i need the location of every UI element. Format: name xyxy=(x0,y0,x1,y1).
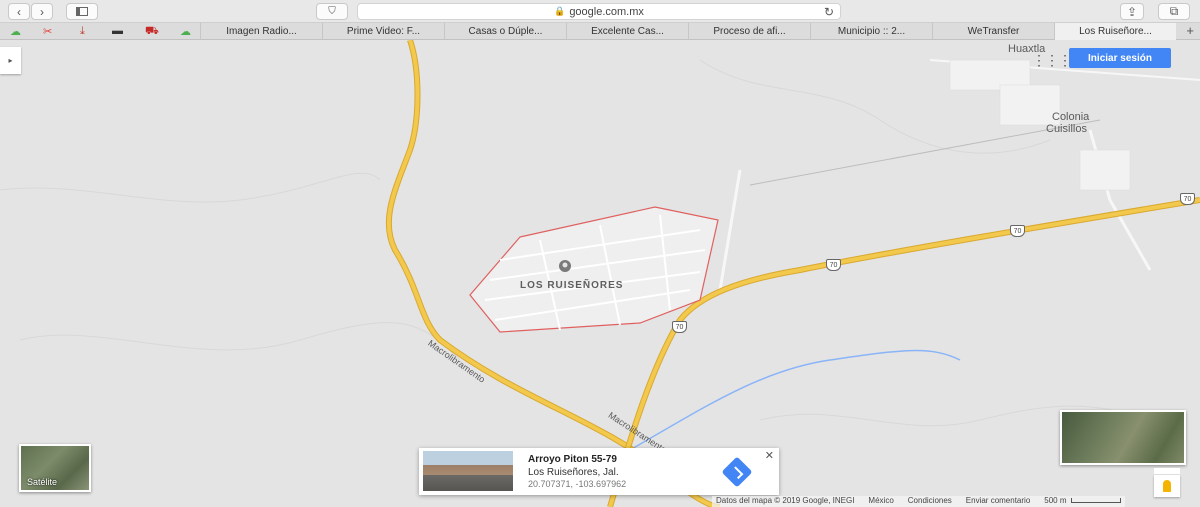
zoom-out-button[interactable] xyxy=(1154,468,1180,474)
tab-prime-video[interactable]: Prime Video: F... xyxy=(322,23,444,40)
bookmarks-bar: ☁ ✂ ⤓ ▬ ⛟ ☁ Imagen Radio... Prime Video:… xyxy=(0,23,1200,40)
satellite-toggle[interactable]: Satélite xyxy=(19,444,91,492)
map-scale: 500 m xyxy=(1044,496,1121,507)
lock-icon: 🔒 xyxy=(554,6,566,16)
pin-icon[interactable]: ⤓ xyxy=(80,25,85,38)
address-bar[interactable]: 🔒 google.com.mx ↻ xyxy=(357,3,841,20)
directions-icon[interactable] xyxy=(721,456,753,488)
chevron-left-icon: ‹ xyxy=(17,4,21,19)
forward-button[interactable]: › xyxy=(31,3,53,20)
place-info-card[interactable]: Arroyo Piton 55-79 Los Ruiseñores, Jal. … xyxy=(419,448,779,495)
route-70-shield: 70 xyxy=(1180,193,1195,205)
attribution-data: Datos del mapa © 2019 Google, INEGI xyxy=(716,496,855,505)
tab-imagen-radio[interactable]: Imagen Radio... xyxy=(200,23,322,40)
terrain-line xyxy=(19,322,461,361)
apps-grid-icon[interactable]: ⋮⋮⋮ xyxy=(1032,52,1072,69)
browser-toolbar: ‹ › ⛉ 🔒 google.com.mx ↻ ⇪ ⧉ xyxy=(0,0,1200,23)
attribution-terms[interactable]: Condiciones xyxy=(908,496,952,507)
back-button[interactable]: ‹ xyxy=(8,3,30,20)
tab-excelente[interactable]: Excelente Cas... xyxy=(566,23,688,40)
tabs-icon: ⧉ xyxy=(1169,4,1179,18)
place-label-colonia: Colonia xyxy=(1052,111,1090,123)
sign-in-button[interactable]: Iniciar sesión xyxy=(1069,48,1171,68)
sidebar-icon xyxy=(76,7,88,16)
minimap[interactable] xyxy=(1060,410,1186,465)
side-panel-toggle[interactable]: ▸ xyxy=(0,47,21,74)
tab-proceso[interactable]: Proceso de afi... xyxy=(688,23,810,40)
map-scale-label: 500 m xyxy=(1044,496,1067,505)
street-view-thumbnail[interactable] xyxy=(423,451,513,491)
cloud-icon[interactable]: ☁ xyxy=(180,25,191,38)
shield-icon: ⛉ xyxy=(328,6,336,17)
place-label-cuisillos: Cuisillos xyxy=(1046,123,1087,135)
route-70-shield: 70 xyxy=(1010,225,1025,237)
place-label-los-ruisenores: LOS RUISEÑORES xyxy=(520,280,624,291)
reload-icon[interactable]: ↻ xyxy=(824,5,834,19)
card-title: Arroyo Piton 55-79 xyxy=(528,454,617,465)
card-coordinates: 20.707371, -103.697962 xyxy=(528,479,627,489)
tabs-overview-button[interactable]: ⧉ xyxy=(1158,3,1190,20)
share-button[interactable]: ⇪ xyxy=(1120,3,1144,20)
map-attribution: Datos del mapa © 2019 Google, INEGI Méxi… xyxy=(712,496,1125,507)
url-text: google.com.mx xyxy=(569,5,644,18)
shield-button[interactable]: ⛉ xyxy=(316,3,348,20)
los-ruisenores-boundary xyxy=(469,206,719,333)
river xyxy=(629,349,961,451)
terrain-line xyxy=(0,172,381,203)
map-scale-bar xyxy=(1070,498,1121,504)
attribution-country[interactable]: México xyxy=(868,496,893,507)
map-canvas[interactable]: 70 70 70 70 xyxy=(0,40,1200,507)
tab-municipio[interactable]: Municipio :: 2... xyxy=(810,23,932,40)
sidebar-button[interactable] xyxy=(66,3,98,20)
tools-icon[interactable]: ✂ xyxy=(43,25,52,38)
share-icon: ⇪ xyxy=(1126,4,1138,19)
truck-icon[interactable]: ⛟ xyxy=(145,25,159,39)
local-road xyxy=(718,169,742,291)
car-icon[interactable]: ▬ xyxy=(112,25,123,37)
route-70-shield: 70 xyxy=(672,321,687,333)
pegman-icon[interactable] xyxy=(1154,475,1180,497)
tab-los-ruisenores[interactable]: Los Ruiseñore... xyxy=(1054,23,1176,40)
route-70-shield: 70 xyxy=(826,259,841,271)
chevron-right-icon: › xyxy=(40,4,44,19)
cloud-icon[interactable]: ☁ xyxy=(10,25,21,38)
new-tab-button[interactable]: + xyxy=(1186,23,1194,38)
satellite-label: Satélite xyxy=(27,477,58,487)
tab-wetransfer[interactable]: WeTransfer xyxy=(932,23,1054,40)
tab-casas[interactable]: Casas o Dúple... xyxy=(444,23,566,40)
close-icon[interactable]: ✕ xyxy=(765,449,774,462)
town-huaxtla xyxy=(949,59,1131,191)
attribution-feedback[interactable]: Enviar comentario xyxy=(966,496,1030,507)
map-roads xyxy=(0,40,1200,507)
card-subtitle: Los Ruiseñores, Jal. xyxy=(528,467,619,478)
